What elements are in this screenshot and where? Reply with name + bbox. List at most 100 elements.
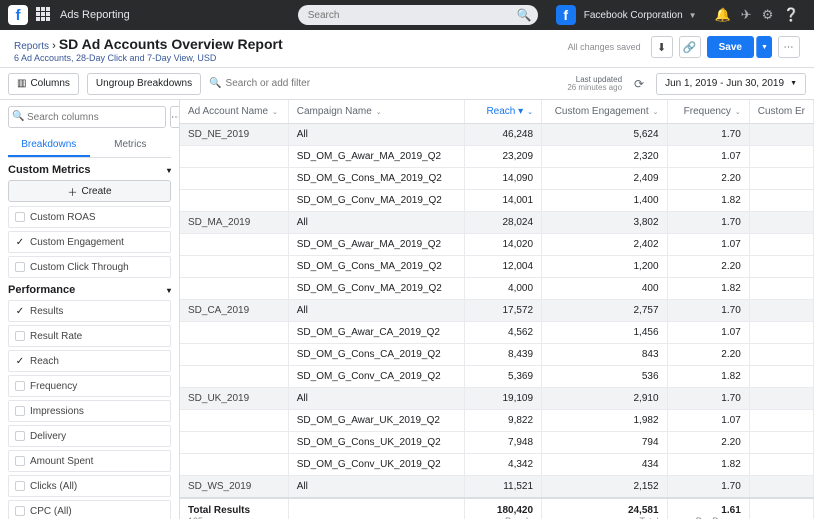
performance-metric-item[interactable]: Delivery <box>8 425 171 447</box>
filter-input[interactable] <box>226 78 406 89</box>
total-results-label: Total Results125 rows <box>180 498 288 519</box>
help-icon[interactable]: ❔ <box>783 7 799 23</box>
performance-metric-item[interactable]: Result Rate <box>8 325 171 347</box>
col-frequency[interactable]: Frequency⌄ <box>667 100 749 124</box>
total-engagement: 24,581Total <box>542 498 667 519</box>
tab-breakdowns[interactable]: Breakdowns <box>8 134 90 157</box>
download-button[interactable]: ⬇ <box>651 36 673 58</box>
company-switcher[interactable]: Facebook Corporation ▼ <box>584 10 697 21</box>
global-search-input[interactable] <box>298 5 538 25</box>
performance-metric-item[interactable]: Amount Spent <box>8 450 171 472</box>
link-button[interactable]: 🔗 <box>679 36 701 58</box>
campaign-name: SD_OM_G_Awar_MA_2019_Q2 <box>288 234 464 256</box>
frequency-value: 1.07 <box>667 410 749 432</box>
columns-search-input[interactable] <box>8 106 166 128</box>
account-summary-row[interactable]: SD_CA_2019All17,5722,7571.70 <box>180 300 814 322</box>
checkbox-empty <box>15 262 25 272</box>
filter-bar[interactable]: 🔍 <box>209 78 559 89</box>
performance-metric-item[interactable]: CPC (All) <box>8 500 171 519</box>
columns-button[interactable]: ▥ Columns <box>8 73 79 95</box>
frequency-value: 1.70 <box>667 300 749 322</box>
save-dropdown[interactable]: ▼ <box>756 36 772 58</box>
reach-value: 14,090 <box>465 168 542 190</box>
total-reach: 180,420People <box>465 498 542 519</box>
col-custom-engagement[interactable]: Custom Engagement⌄ <box>542 100 667 124</box>
campaign-row[interactable]: SD_OM_G_Conv_UK_2019_Q24,3424341.82 <box>180 454 814 476</box>
date-range-picker[interactable]: Jun 1, 2019 - Jun 30, 2019 ▼ <box>656 73 806 95</box>
search-icon: 🔍 <box>209 78 221 89</box>
campaign-name: SD_OM_G_Cons_MA_2019_Q2 <box>288 256 464 278</box>
campaign-row[interactable]: SD_OM_G_Cons_UK_2019_Q27,9487942.20 <box>180 432 814 454</box>
engagement-value: 400 <box>542 278 667 300</box>
campaign-row[interactable]: SD_OM_G_Awar_MA_2019_Q223,2092,3201.07 <box>180 146 814 168</box>
save-button[interactable]: Save <box>707 36 754 58</box>
frequency-value: 1.70 <box>667 476 749 499</box>
group-performance[interactable]: Performance▾ <box>8 284 171 296</box>
campaign-row[interactable]: SD_OM_G_Cons_CA_2019_Q28,4398432.20 <box>180 344 814 366</box>
tab-metrics[interactable]: Metrics <box>90 134 172 157</box>
notifications-icon[interactable]: 🔔 <box>715 7 731 23</box>
caret-icon: ▾ <box>167 286 171 295</box>
custom-metric-item[interactable]: Custom ROAS <box>8 206 171 228</box>
checkbox-empty <box>15 381 25 391</box>
engagement-value: 2,409 <box>542 168 667 190</box>
campaign-name: SD_OM_G_Cons_UK_2019_Q2 <box>288 432 464 454</box>
performance-metric-item[interactable]: ✓Results <box>8 300 171 322</box>
columns-more-button[interactable]: ⋯ <box>170 106 180 128</box>
frequency-value: 1.70 <box>667 388 749 410</box>
campaign-row[interactable]: SD_OM_G_Conv_MA_2019_Q214,0011,4001.82 <box>180 190 814 212</box>
create-metric-button[interactable]: ＋ Create <box>8 180 171 202</box>
campaign-row[interactable]: SD_OM_G_Cons_MA_2019_Q214,0902,4092.20 <box>180 168 814 190</box>
campaign-row[interactable]: SD_OM_G_Conv_CA_2019_Q25,3695361.82 <box>180 366 814 388</box>
settings-gear-icon[interactable]: ⚙ <box>762 7 774 23</box>
reach-value: 8,439 <box>465 344 542 366</box>
campaign-row[interactable]: SD_OM_G_Awar_CA_2019_Q24,5621,4561.07 <box>180 322 814 344</box>
account-name: SD_CA_2019 <box>180 300 288 322</box>
account-summary-row[interactable]: SD_NE_2019All46,2485,6241.70 <box>180 124 814 146</box>
group-custom-metrics[interactable]: Custom Metrics▾ <box>8 164 171 176</box>
rocket-icon[interactable]: ✈ <box>741 7 752 23</box>
col-campaign-name[interactable]: Campaign Name⌄ <box>288 100 464 124</box>
col-ad-account-name[interactable]: Ad Account Name⌄ <box>180 100 288 124</box>
engagement-value: 3,802 <box>542 212 667 234</box>
reach-value: 9,822 <box>465 410 542 432</box>
campaign-row[interactable]: SD_OM_G_Cons_MA_2019_Q212,0041,2002.20 <box>180 256 814 278</box>
facebook-logo[interactable]: f <box>8 5 28 25</box>
checkbox-empty <box>15 331 25 341</box>
last-updated: Last updated 26 minutes ago <box>567 76 622 92</box>
campaign-name: SD_OM_G_Cons_CA_2019_Q2 <box>288 344 464 366</box>
search-icon[interactable]: 🔍 <box>517 8 532 22</box>
ungroup-breakdowns-button[interactable]: Ungroup Breakdowns <box>87 73 201 95</box>
campaign-row[interactable]: SD_OM_G_Conv_MA_2019_Q24,0004001.82 <box>180 278 814 300</box>
account-summary-row[interactable]: SD_MA_2019All28,0243,8021.70 <box>180 212 814 234</box>
account-summary-row[interactable]: SD_UK_2019All19,1092,9101.70 <box>180 388 814 410</box>
performance-metric-item[interactable]: Frequency <box>8 375 171 397</box>
more-actions-button[interactable]: ⋯ <box>778 36 800 58</box>
frequency-value: 1.07 <box>667 322 749 344</box>
company-logo[interactable]: f <box>556 5 576 25</box>
campaign-row[interactable]: SD_OM_G_Awar_UK_2019_Q29,8221,9821.07 <box>180 410 814 432</box>
col-custom-extra[interactable]: Custom Er <box>749 100 813 124</box>
performance-metric-item[interactable]: Impressions <box>8 400 171 422</box>
account-name: SD_UK_2019 <box>180 388 288 410</box>
campaign-row[interactable]: SD_OM_G_Awar_MA_2019_Q214,0202,4021.07 <box>180 234 814 256</box>
frequency-value: 2.20 <box>667 432 749 454</box>
reach-value: 28,024 <box>465 212 542 234</box>
custom-metric-item[interactable]: Custom Click Through <box>8 256 171 278</box>
account-summary-row[interactable]: SD_WS_2019All11,5212,1521.70 <box>180 476 814 499</box>
engagement-value: 5,624 <box>542 124 667 146</box>
performance-metric-item[interactable]: ✓Reach <box>8 350 171 372</box>
frequency-value: 1.82 <box>667 454 749 476</box>
engagement-value: 1,456 <box>542 322 667 344</box>
performance-metric-item[interactable]: Clicks (All) <box>8 475 171 497</box>
reach-value: 17,572 <box>465 300 542 322</box>
check-icon: ✓ <box>15 237 25 248</box>
frequency-value: 2.20 <box>667 168 749 190</box>
col-reach[interactable]: Reach ▾⌄ <box>465 100 542 124</box>
checkbox-empty <box>15 212 25 222</box>
custom-metric-item[interactable]: ✓Custom Engagement <box>8 231 171 253</box>
refresh-icon[interactable]: ⟳ <box>634 77 644 91</box>
apps-grid-icon[interactable] <box>36 7 52 23</box>
reach-value: 12,004 <box>465 256 542 278</box>
breadcrumb-root[interactable]: Reports <box>14 41 49 52</box>
